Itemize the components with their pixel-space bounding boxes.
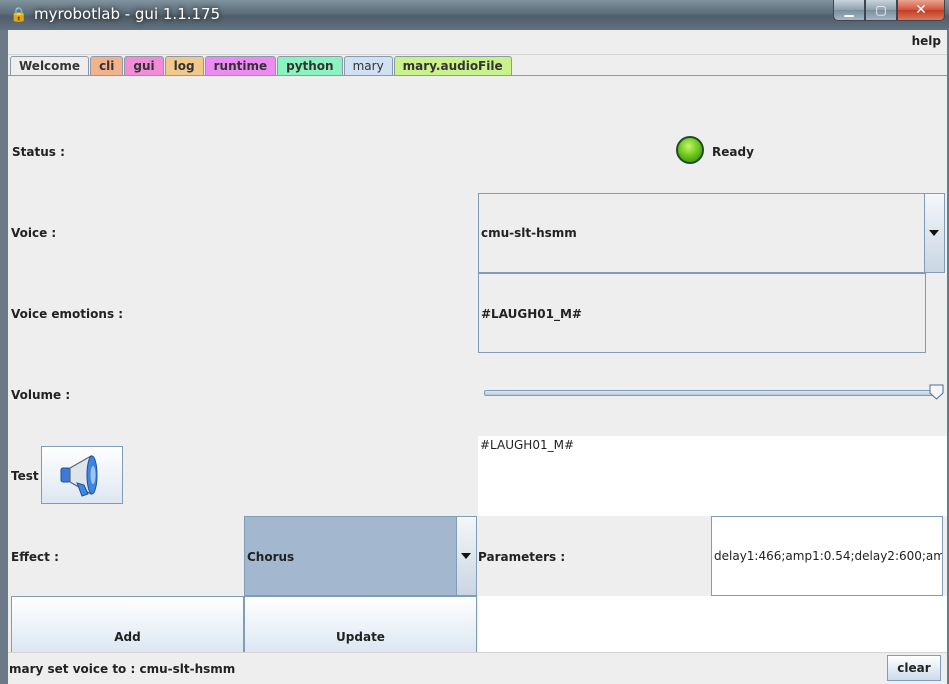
volume-slider-thumb[interactable] <box>929 384 944 400</box>
tab-cli[interactable]: cli <box>90 56 124 75</box>
tab-log[interactable]: log <box>164 56 204 75</box>
tab-runtime[interactable]: runtime <box>204 56 277 75</box>
tab-mary-audiofile[interactable]: mary.audioFile <box>393 56 512 75</box>
effect-dropdown-button[interactable] <box>456 517 476 595</box>
maximize-button[interactable]: ▢ <box>865 0 897 21</box>
voice-label: Voice : <box>11 226 57 240</box>
volume-slider-track[interactable] <box>484 390 940 396</box>
mary-panel: Status : Ready Voice : cmu-slt-hsmm Voic… <box>8 76 947 678</box>
chevron-down-icon <box>929 230 939 236</box>
test-speak-button[interactable] <box>41 446 123 504</box>
status-led-icon <box>676 136 704 164</box>
megaphone-icon <box>60 454 98 497</box>
voice-emotions-label: Voice emotions : <box>11 307 124 321</box>
voice-combobox[interactable]: cmu-slt-hsmm <box>478 193 945 273</box>
test-text-value: #LAUGH01_M# <box>480 438 575 452</box>
parameters-label: Parameters : <box>478 550 566 564</box>
app-lock-icon: 🔒 <box>10 7 28 23</box>
tab-python[interactable]: python <box>277 56 343 75</box>
effect-label: Effect : <box>11 550 59 564</box>
window-controls: ▁ ▢ ✕ <box>833 0 945 21</box>
effect-combobox[interactable]: Chorus <box>244 516 477 596</box>
close-button[interactable]: ✕ <box>897 0 945 21</box>
volume-label: Volume : <box>11 388 71 402</box>
clear-button[interactable]: clear <box>887 655 941 681</box>
minimize-button[interactable]: ▁ <box>833 0 865 21</box>
app-client-area: help Welcome cli gui log runtime python mary ma… <box>8 30 947 684</box>
voice-combobox-value: cmu-slt-hsmm <box>481 226 577 240</box>
chevron-down-icon <box>461 553 471 559</box>
status-value: Ready <box>712 145 754 159</box>
test-text-area[interactable]: #LAUGH01_M# <box>478 436 947 516</box>
tab-mary[interactable]: mary <box>343 56 393 75</box>
voice-emotions-value: #LAUGH01_M# <box>481 307 582 321</box>
parameters-value: delay1:466;amp1:0.54;delay2:600;amp2:- <box>714 549 942 563</box>
parameters-input[interactable]: delay1:466;amp1:0.54;delay2:600;amp2:- <box>711 516 943 596</box>
help-menu[interactable]: help <box>912 34 941 48</box>
voice-dropdown-button[interactable] <box>924 194 944 272</box>
voice-emotions-list[interactable]: #LAUGH01_M# <box>478 273 926 353</box>
statusbar: mary set voice to : cmu-slt-hsmm clear <box>8 652 947 684</box>
tab-gui[interactable]: gui <box>124 56 164 75</box>
window-title: myrobotlab - gui 1.1.175 <box>34 5 221 23</box>
tab-strip: Welcome cli gui log runtime python mary mary.au… <box>10 56 513 75</box>
status-label: Status : <box>12 145 65 159</box>
tab-welcome[interactable]: Welcome <box>10 56 90 75</box>
effect-combobox-value: Chorus <box>247 550 295 564</box>
menubar: help <box>8 30 947 55</box>
window-titlebar: 🔒 myrobotlab - gui 1.1.175 ▁ ▢ ✕ <box>0 0 949 30</box>
statusbar-text: mary set voice to : cmu-slt-hsmm <box>9 662 236 676</box>
